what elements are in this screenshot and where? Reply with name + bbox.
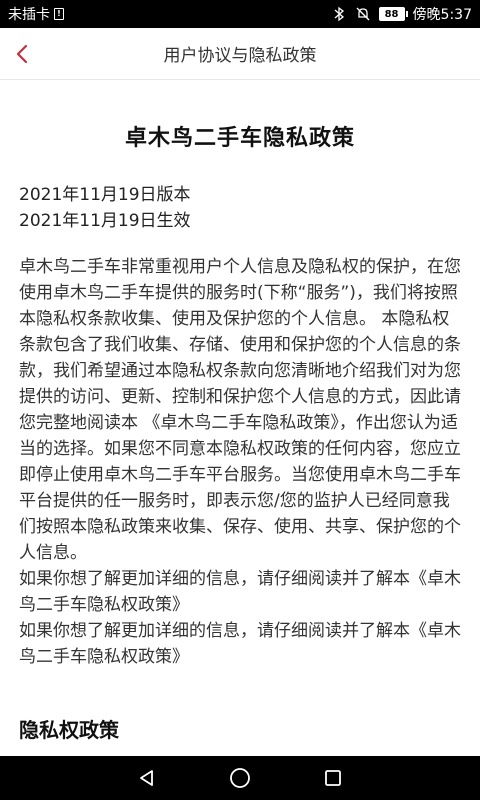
sim-card-icon: ! — [54, 8, 64, 20]
document-dates: 2021年11月19日版本 2021年11月19日生效 — [19, 182, 461, 234]
back-button[interactable] — [0, 28, 44, 80]
document-title: 卓木鸟二手车隐私政策 — [124, 126, 355, 151]
policy-content[interactable]: 卓木鸟二手车隐私政策 2021年11月19日版本 2021年11月19日生效 卓… — [0, 80, 480, 756]
system-nav-bar — [0, 756, 480, 800]
effective-date: 2021年11月19日生效 — [19, 211, 191, 231]
battery-icon: 88 — [378, 7, 408, 21]
app-header: 用户协议与隐私政策 — [0, 28, 480, 80]
bluetooth-icon — [334, 6, 344, 22]
intro-paragraph: 卓木鸟二手车非常重视用户个人信息及隐私权的保护，在您使用卓木鸟二手车提供的服务时… — [19, 257, 461, 563]
nav-recents-button[interactable] — [321, 766, 345, 790]
mute-bell-icon — [356, 7, 370, 21]
clock: 傍晚5:37 — [412, 7, 472, 23]
more-info-line-2: 如果你想了解更加详细的信息，请仔细阅读并了解本《卓木鸟二手车隐私权政策》 — [19, 621, 461, 667]
more-info-line-1: 如果你想了解更加详细的信息，请仔细阅读并了解本《卓木鸟二手车隐私权政策》 — [19, 569, 461, 615]
square-recents-icon — [325, 770, 342, 786]
nav-back-button[interactable] — [135, 766, 159, 790]
triangle-back-icon — [139, 770, 153, 786]
page-title: 用户协议与隐私政策 — [163, 46, 317, 66]
carrier-label: 未插卡 — [8, 7, 50, 23]
status-bar: 未插卡 ! 88 傍晚5:37 — [0, 0, 480, 28]
section-heading: 隐私权政策 — [19, 718, 119, 742]
chevron-left-icon — [16, 44, 28, 64]
version-date: 2021年11月19日版本 — [19, 185, 191, 205]
policy-body: 卓木鸟二手车非常重视用户个人信息及隐私权的保护，在您使用卓木鸟二手车提供的服务时… — [19, 254, 461, 670]
nav-home-button[interactable] — [228, 766, 252, 790]
circle-home-icon — [230, 768, 250, 788]
